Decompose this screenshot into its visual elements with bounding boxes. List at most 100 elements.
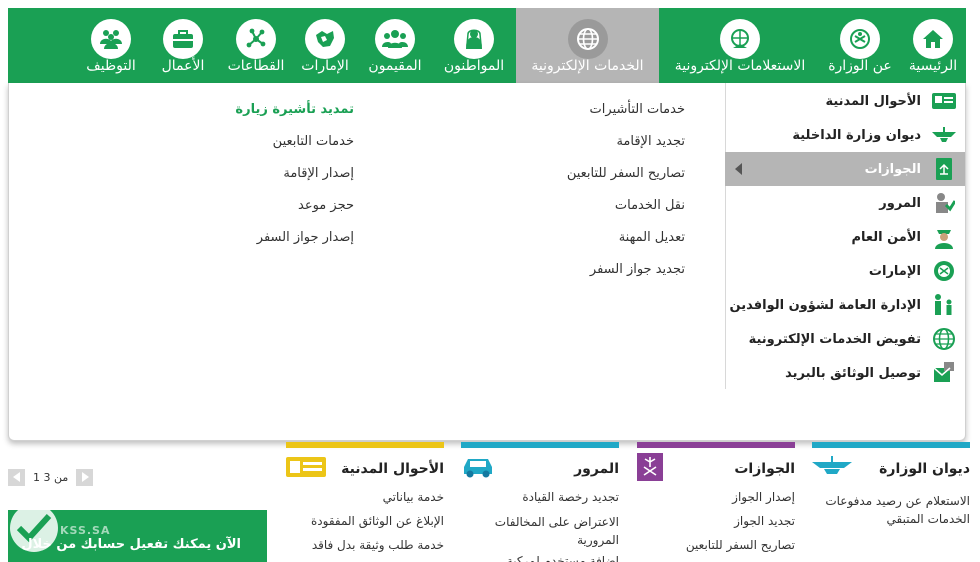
ministry-icon	[931, 123, 957, 147]
triangle-left-icon	[12, 472, 20, 482]
briefcase-icon	[163, 19, 203, 59]
card-link[interactable]: تصاريح السفر للتابعين	[637, 533, 795, 557]
dropdown-sidebar: الأحوال المدنية ديوان وزارة الداخلية الج…	[725, 83, 965, 389]
card-title[interactable]: ديوان الوزارة	[879, 461, 970, 477]
traffic-icon	[931, 191, 957, 215]
caret-left-icon	[735, 163, 742, 175]
sidebar-item-eservices-delegation[interactable]: تفويض الخدمات الإلكترونية	[725, 322, 965, 356]
pager-prev-button[interactable]	[8, 468, 25, 486]
nav-label: المقيمون	[368, 58, 422, 74]
officer-icon	[931, 225, 957, 249]
dropdown-links-column-2: تمديد تأشيرة زيارة خدمات التابعين إصدار …	[174, 100, 354, 260]
sidebar-item-traffic[interactable]: المرور	[725, 186, 965, 220]
card-ministry-office: ديوان الوزارة الاستعلام عن رصيد مدفوعات …	[812, 442, 970, 562]
nav-label: عن الوزارة	[828, 58, 892, 74]
card-link[interactable]: تجديد الجواز	[637, 509, 795, 533]
card-accent-bar	[461, 442, 619, 448]
sidebar-item-ministry-office[interactable]: ديوان وزارة الداخلية	[725, 118, 965, 152]
link-renew-iqama[interactable]: تجديد الإقامة	[485, 132, 685, 164]
globe-hand-icon	[720, 19, 760, 59]
nav-item-home[interactable]: الرئيسية	[900, 8, 966, 83]
card-link[interactable]: خدمة بياناتي	[286, 485, 444, 509]
link-dependents-services[interactable]: خدمات التابعين	[174, 132, 354, 164]
nav-item-business[interactable]: الأعمال	[148, 8, 218, 83]
eservices-dropdown: الأحوال المدنية ديوان وزارة الداخلية الج…	[8, 83, 966, 441]
card-link[interactable]: إضافة مستخدم لمركبة	[461, 549, 619, 562]
nav-item-emirates[interactable]: الإمارات	[294, 8, 356, 83]
globe-icon	[567, 19, 608, 59]
link-change-profession[interactable]: تعديل المهنة	[485, 228, 685, 260]
card-title[interactable]: الأحوال المدنية	[341, 461, 444, 477]
nav-label: القطاعات	[227, 58, 285, 74]
dropdown-links-column-1: خدمات التأشيرات تجديد الإقامة تصاريح الس…	[485, 100, 685, 292]
card-link[interactable]: الإبلاغ عن الوثائق المفقودة	[286, 509, 444, 533]
car-icon	[461, 455, 495, 483]
sidebar-item-document-delivery[interactable]: توصيل الوثائق بالبريد	[725, 356, 965, 390]
card-link[interactable]: خدمة طلب وثيقة بدل فاقد	[286, 533, 444, 557]
card-link[interactable]: المرورية	[461, 531, 619, 549]
promo-banner[interactable]: KSS.SA الآن يمكنك تفعيل حسابك من خلال	[8, 510, 267, 562]
sidebar-item-emirates[interactable]: الإمارات	[725, 254, 965, 288]
nav-label: الإمارات	[301, 58, 349, 74]
nav-item-sectors[interactable]: القطاعات	[220, 8, 292, 83]
link-renew-passport[interactable]: تجديد جواز السفر	[485, 260, 685, 292]
card-accent-bar	[637, 442, 795, 448]
card-accent-bar	[812, 442, 970, 448]
link-extend-visit-visa[interactable]: تمديد تأشيرة زيارة	[174, 100, 354, 132]
id-card-icon	[286, 457, 326, 481]
link-issue-passport[interactable]: إصدار جواز السفر	[174, 228, 354, 260]
promo-title: الآن يمكنك تفعيل حسابك من خلال	[21, 537, 241, 552]
network-icon	[236, 19, 276, 59]
citizen-icon	[454, 19, 494, 59]
passport-icon	[931, 157, 957, 181]
ministry-icon	[812, 456, 852, 482]
nav-label: الأعمال	[161, 58, 205, 74]
card-passports: الجوازات إصدار الجواز تجديد الجواز تصاري…	[637, 442, 795, 562]
link-visa-services[interactable]: خدمات التأشيرات	[485, 100, 685, 132]
nav-label: المواطنون	[443, 58, 505, 74]
link-issue-iqama[interactable]: إصدار الإقامة	[174, 164, 354, 196]
expat-icon	[931, 293, 957, 317]
home-icon	[913, 19, 953, 59]
nav-label: الخدمات الإلكترونية	[531, 58, 644, 74]
id-card-icon	[931, 89, 957, 113]
globe-icon	[931, 327, 957, 351]
card-link[interactable]: تجديد رخصة القيادة	[461, 485, 619, 509]
pager-text: 1 من 3	[33, 470, 69, 484]
emblem-icon	[931, 259, 957, 283]
palm-swords-icon	[637, 453, 663, 485]
promo-brand: KSS.SA	[60, 524, 111, 537]
emblem-icon	[840, 19, 880, 59]
card-title[interactable]: المرور	[574, 461, 619, 477]
sidebar-item-passports[interactable]: الجوازات	[725, 152, 965, 186]
sidebar-item-public-security[interactable]: الأمن العام	[725, 220, 965, 254]
link-book-appointment[interactable]: حجز موعد	[174, 196, 354, 228]
link-dependents-travel-permits[interactable]: تصاريح السفر للتابعين	[485, 164, 685, 196]
card-title[interactable]: الجوازات	[734, 461, 795, 477]
nav-item-residents[interactable]: المقيمون	[358, 8, 432, 83]
team-icon	[91, 19, 131, 59]
nav-item-citizens[interactable]: المواطنون	[434, 8, 514, 83]
card-link[interactable]: الاعتراض على المخالفات	[461, 513, 619, 531]
link-transfer-services[interactable]: نقل الخدمات	[485, 196, 685, 228]
nav-label: الاستعلامات الإلكترونية	[674, 58, 806, 74]
card-civil-affairs: الأحوال المدنية خدمة بياناتي الإبلاغ عن …	[286, 442, 444, 562]
nav-label: التوظيف	[86, 58, 136, 74]
card-traffic: المرور تجديد رخصة القيادة الاعتراض على ا…	[461, 442, 619, 562]
mail-icon	[931, 361, 957, 385]
triangle-right-icon	[81, 472, 89, 482]
card-accent-bar	[286, 442, 444, 448]
nav-item-inquiries[interactable]: الاستعلامات الإلكترونية	[660, 8, 820, 83]
nav-item-about[interactable]: عن الوزارة	[822, 8, 898, 83]
map-icon	[305, 19, 345, 59]
nav-label: الرئيسية	[908, 58, 958, 74]
pager: 1 من 3	[8, 468, 94, 486]
main-nav: الرئيسية عن الوزارة الاستعلامات الإلكترو…	[8, 8, 966, 83]
sidebar-item-expat-affairs[interactable]: الإدارة العامة لشؤون الوافدين	[725, 288, 965, 322]
sidebar-item-civil-affairs[interactable]: الأحوال المدنية	[725, 84, 965, 118]
nav-item-eservices[interactable]: الخدمات الإلكترونية	[516, 8, 659, 83]
card-link[interactable]: إصدار الجواز	[637, 485, 795, 509]
pager-next-button[interactable]	[76, 468, 94, 486]
people-icon	[375, 19, 415, 59]
nav-item-jobs[interactable]: التوظيف	[76, 8, 146, 83]
